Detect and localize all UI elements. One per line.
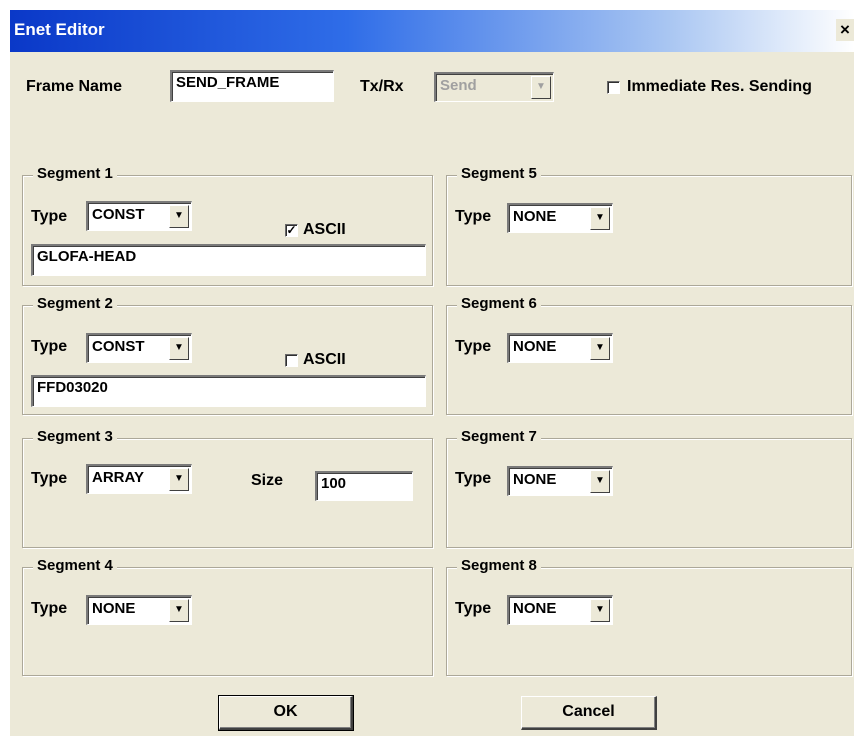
ok-button[interactable]: OK <box>218 695 354 731</box>
chevron-down-icon: ▼ <box>531 76 551 99</box>
segment-3-title: Segment 3 <box>33 428 117 445</box>
cancel-button[interactable]: Cancel <box>521 696 657 730</box>
segment-8-title: Segment 8 <box>457 557 541 574</box>
close-icon[interactable]: × <box>836 19 854 41</box>
segment-7-type-select[interactable]: NONE ▼ <box>507 466 613 496</box>
segment-3-size-label: Size <box>251 472 284 489</box>
segment-3-group: Segment 3 Type ARRAY ▼ Size 100 <box>22 428 433 548</box>
segment-4-type-value: NONE <box>92 600 136 617</box>
segment-2-title: Segment 2 <box>33 295 117 312</box>
segment-6-title: Segment 6 <box>457 295 541 312</box>
segment-6-type-value: NONE <box>513 338 557 355</box>
frame-name-input[interactable]: SEND_FRAME <box>170 70 334 102</box>
txrx-value: Send <box>440 77 477 94</box>
segment-3-type-label: Type <box>31 470 68 487</box>
chevron-down-icon: ▼ <box>590 337 610 360</box>
segment-3-size-input[interactable]: 100 <box>315 471 413 501</box>
segment-8-type-label: Type <box>455 600 492 617</box>
segment-8-group: Segment 8 Type NONE ▼ <box>446 557 852 676</box>
segment-4-title: Segment 4 <box>33 557 117 574</box>
segment-5-title: Segment 5 <box>457 165 541 182</box>
immediate-res-checkbox[interactable] <box>607 81 620 94</box>
segment-1-ascii-label: ASCII <box>303 221 346 238</box>
window-title: Enet Editor <box>14 20 105 39</box>
segment-2-data-input[interactable]: FFD03020 <box>31 375 426 407</box>
segment-4-type-select[interactable]: NONE ▼ <box>86 595 192 625</box>
segment-7-type-label: Type <box>455 470 492 487</box>
segment-5-type-label: Type <box>455 208 492 225</box>
segment-5-type-select[interactable]: NONE ▼ <box>507 203 613 233</box>
segment-2-type-label: Type <box>31 338 68 355</box>
txrx-select: Send ▼ <box>434 72 554 102</box>
chevron-down-icon: ▼ <box>590 599 610 622</box>
segment-2-type-select[interactable]: CONST ▼ <box>86 333 192 363</box>
segment-4-group: Segment 4 Type NONE ▼ <box>22 557 433 676</box>
segment-1-title: Segment 1 <box>33 165 117 182</box>
segment-4-type-label: Type <box>31 600 68 617</box>
segment-2-group: Segment 2 Type CONST ▼ ASCII FFD03020 <box>22 295 433 415</box>
chevron-down-icon: ▼ <box>590 207 610 230</box>
segment-5-group: Segment 5 Type NONE ▼ <box>446 165 852 286</box>
chevron-down-icon: ▼ <box>169 205 189 228</box>
segment-6-group: Segment 6 Type NONE ▼ <box>446 295 852 415</box>
segment-2-ascii-checkbox[interactable] <box>285 354 298 367</box>
segment-2-type-value: CONST <box>92 338 145 355</box>
segment-7-type-value: NONE <box>513 471 557 488</box>
segment-6-type-select[interactable]: NONE ▼ <box>507 333 613 363</box>
segment-8-type-value: NONE <box>513 600 557 617</box>
segment-7-group: Segment 7 Type NONE ▼ <box>446 428 852 548</box>
segment-1-data-input[interactable]: GLOFA-HEAD <box>31 244 426 276</box>
chevron-down-icon: ▼ <box>169 337 189 360</box>
segment-3-type-value: ARRAY <box>92 469 144 486</box>
segment-5-type-value: NONE <box>513 208 557 225</box>
txrx-label: Tx/Rx <box>360 78 404 95</box>
frame-name-label: Frame Name <box>26 78 123 95</box>
segment-6-type-label: Type <box>455 338 492 355</box>
segment-1-ascii-checkbox[interactable]: ✓ <box>285 224 298 237</box>
segment-1-type-value: CONST <box>92 206 145 223</box>
segment-1-group: Segment 1 Type CONST ▼ ✓ ASCII GLOFA-HEA… <box>22 165 433 286</box>
segment-1-type-label: Type <box>31 208 68 225</box>
segment-7-title: Segment 7 <box>457 428 541 445</box>
enet-editor-dialog: Enet Editor × Frame Name SEND_FRAME Tx/R… <box>10 10 854 736</box>
immediate-res-label: Immediate Res. Sending <box>627 78 812 95</box>
segment-3-type-select[interactable]: ARRAY ▼ <box>86 464 192 494</box>
segment-1-type-select[interactable]: CONST ▼ <box>86 201 192 231</box>
chevron-down-icon: ▼ <box>590 470 610 493</box>
chevron-down-icon: ▼ <box>169 599 189 622</box>
title-bar[interactable]: Enet Editor × <box>10 10 854 52</box>
segment-8-type-select[interactable]: NONE ▼ <box>507 595 613 625</box>
chevron-down-icon: ▼ <box>169 468 189 491</box>
segment-2-ascii-label: ASCII <box>303 351 346 368</box>
